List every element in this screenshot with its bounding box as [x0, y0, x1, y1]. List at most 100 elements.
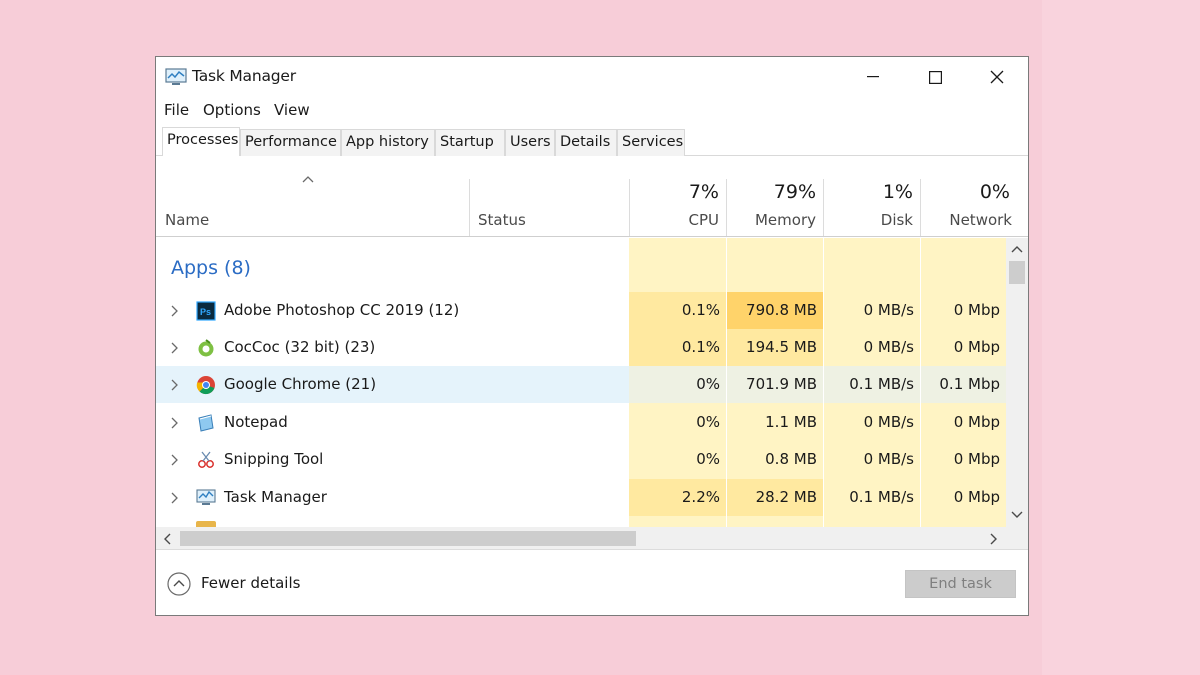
- scroll-right-icon[interactable]: [990, 533, 998, 545]
- group-title-apps: Apps (8): [171, 257, 251, 279]
- fewer-details-link[interactable]: Fewer details: [201, 574, 300, 592]
- column-status[interactable]: Status: [478, 211, 526, 229]
- minimize-icon: [867, 76, 879, 78]
- expand-chevron-icon[interactable]: [170, 379, 178, 391]
- table-row[interactable]: Snipping Tool 0% 0.8 MB 0 MB/s 0 Mbp: [156, 441, 1006, 478]
- task-manager-window: Task Manager File Options View Processes…: [155, 56, 1029, 616]
- table-row[interactable]: Google Chrome (21) 0% 701.9 MB 0.1 MB/s 0.1 …: [156, 366, 1006, 403]
- task-manager-app-icon: [165, 68, 187, 85]
- tab-services[interactable]: Services: [617, 129, 685, 156]
- scrollbar-corner: [1006, 527, 1028, 549]
- photoshop-icon: Ps: [196, 301, 216, 321]
- notepad-icon: [196, 413, 216, 433]
- vertical-scroll-thumb[interactable]: [1009, 261, 1025, 284]
- scroll-up-icon[interactable]: [1011, 244, 1023, 254]
- expand-chevron-icon[interactable]: [170, 342, 178, 354]
- memory-cell: 0.8 MB: [727, 441, 823, 478]
- process-name: CocCoc (32 bit) (23): [224, 338, 376, 356]
- expand-chevron-icon[interactable]: [170, 417, 178, 429]
- process-name: Task Manager: [224, 488, 327, 506]
- disk-cell: 0 MB/s: [824, 292, 920, 329]
- menu-file[interactable]: File: [164, 101, 189, 119]
- memory-cell: 28.2 MB: [727, 479, 823, 516]
- menu-view[interactable]: View: [274, 101, 310, 119]
- network-cell: 0 Mbp: [921, 404, 1006, 441]
- task-manager-icon: [196, 488, 216, 508]
- memory-cell: 701.9 MB: [727, 366, 823, 403]
- table-row[interactable]: Notepad 0% 1.1 MB 0 MB/s 0 Mbp: [156, 404, 1006, 441]
- network-cell: 0 Mbp: [921, 329, 1006, 366]
- expand-chevron-icon[interactable]: [170, 454, 178, 466]
- tab-processes[interactable]: Processes: [162, 127, 240, 156]
- network-cell: 0 Mbp: [921, 441, 1006, 478]
- process-name: Adobe Photoshop CC 2019 (12): [224, 301, 460, 319]
- tab-details[interactable]: Details: [555, 129, 617, 156]
- tab-strip: Processes Performance App history Startu…: [162, 127, 1022, 157]
- table-row[interactable]: Ps Adobe Photoshop CC 2019 (12) 0.1% 790.8 …: [156, 292, 1006, 329]
- desktop-background: [1042, 0, 1200, 675]
- network-cell: 0 Mbp: [921, 292, 1006, 329]
- memory-percent[interactable]: 79%: [726, 181, 816, 203]
- disk-cell: 0 MB/s: [824, 441, 920, 478]
- vertical-scrollbar[interactable]: [1006, 238, 1028, 527]
- horizontal-scroll-thumb[interactable]: [180, 531, 636, 546]
- maximize-button[interactable]: [904, 57, 966, 97]
- cpu-cell: 0%: [629, 366, 726, 403]
- disk-cell: 0.1 MB/s: [824, 479, 920, 516]
- memory-cell: 194.5 MB: [727, 329, 823, 366]
- menu-options[interactable]: Options: [203, 101, 261, 119]
- column-header: Name Status 7% CPU 79% Memory 1% Disk 0%…: [156, 157, 1028, 237]
- close-icon: [990, 70, 1004, 84]
- horizontal-scrollbar[interactable]: [156, 527, 1006, 549]
- cpu-cell: 0%: [629, 441, 726, 478]
- tab-users[interactable]: Users: [505, 129, 555, 156]
- scroll-left-icon[interactable]: [163, 533, 171, 545]
- network-cell: 0 Mbp: [921, 479, 1006, 516]
- expand-chevron-icon[interactable]: [170, 305, 178, 317]
- table-row[interactable]: CocCoc (32 bit) (23) 0.1% 194.5 MB 0 MB/s 0 …: [156, 329, 1006, 366]
- cpu-cell: 2.2%: [629, 479, 726, 516]
- tab-startup[interactable]: Startup: [435, 129, 505, 156]
- close-button[interactable]: [966, 57, 1028, 97]
- network-cell: 0.1 Mbp: [921, 366, 1006, 403]
- column-separator[interactable]: [469, 179, 470, 236]
- column-network[interactable]: Network: [920, 211, 1012, 229]
- fewer-details-icon[interactable]: [167, 572, 191, 596]
- process-table: Apps (8) Ps Adobe Photoshop CC 2019 (12) 0…: [156, 238, 1006, 527]
- column-memory[interactable]: Memory: [726, 211, 816, 229]
- maximize-icon: [928, 70, 942, 84]
- coccoc-icon: [196, 338, 216, 358]
- column-cpu[interactable]: CPU: [629, 211, 720, 229]
- memory-cell: 1.1 MB: [727, 404, 823, 441]
- disk-cell: 0.1 MB/s: [824, 366, 920, 403]
- cpu-cell: 0%: [629, 404, 726, 441]
- memory-cell: 790.8 MB: [727, 292, 823, 329]
- disk-percent[interactable]: 1%: [823, 181, 913, 203]
- footer: Fewer details End task: [156, 549, 1028, 615]
- disk-cell: 0 MB/s: [824, 329, 920, 366]
- process-name: Google Chrome (21): [224, 375, 377, 393]
- cpu-percent[interactable]: 7%: [629, 181, 719, 203]
- process-name: Snipping Tool: [224, 450, 324, 468]
- disk-cell: 0 MB/s: [824, 404, 920, 441]
- tab-app-history[interactable]: App history: [341, 129, 435, 156]
- sort-ascending-icon[interactable]: [302, 175, 314, 183]
- table-row[interactable]: Task Manager 2.2% 28.2 MB 0.1 MB/s 0 Mbp: [156, 479, 1006, 516]
- column-disk[interactable]: Disk: [823, 211, 913, 229]
- process-name: Notepad: [224, 413, 288, 431]
- window-title: Task Manager: [192, 67, 296, 85]
- cpu-cell: 0.1%: [629, 329, 726, 366]
- expand-chevron-icon[interactable]: [170, 492, 178, 504]
- title-bar: Task Manager: [156, 57, 1028, 97]
- menu-bar: File Options View: [156, 97, 1028, 123]
- column-name[interactable]: Name: [165, 211, 209, 229]
- svg-text:Ps: Ps: [200, 307, 211, 317]
- chrome-icon: [196, 375, 216, 395]
- scroll-down-icon[interactable]: [1011, 510, 1023, 520]
- minimize-button[interactable]: [842, 57, 904, 97]
- tab-performance[interactable]: Performance: [240, 129, 341, 156]
- network-percent[interactable]: 0%: [920, 181, 1010, 203]
- cpu-cell: 0.1%: [629, 292, 726, 329]
- end-task-button[interactable]: End task: [905, 570, 1016, 598]
- snipping-tool-icon: [196, 450, 216, 470]
